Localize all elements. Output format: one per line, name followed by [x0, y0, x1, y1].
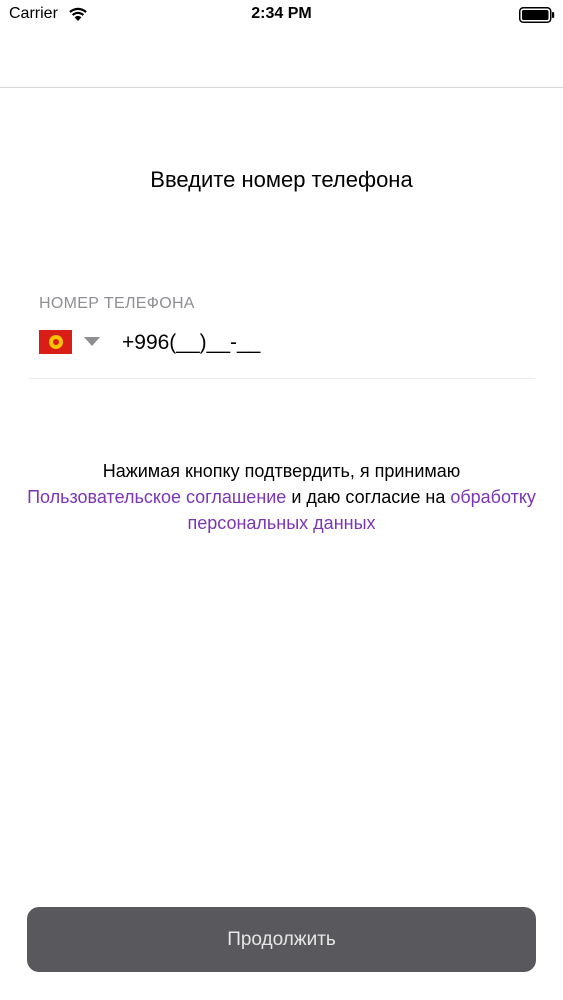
agreement-text: Нажимая кнопку подтвердить, я принимаю П…: [20, 458, 543, 536]
continue-button[interactable]: Продолжить: [27, 907, 536, 972]
page-title: Введите номер телефона: [150, 167, 413, 192]
flag-sun-center: [53, 339, 59, 345]
phone-input[interactable]: [122, 329, 502, 357]
flag-sun-icon: [49, 335, 63, 349]
chevron-down-icon[interactable]: [84, 337, 100, 346]
status-time: 2:34 PM: [251, 5, 312, 22]
phone-field-label: НОМЕР ТЕЛЕФОНА: [39, 295, 195, 312]
terms-link[interactable]: Пользовательское соглашение: [27, 487, 286, 507]
kyrgyzstan-flag-icon[interactable]: [39, 330, 72, 354]
agreement-prefix: Нажимая кнопку подтвердить, я принимаю: [102, 461, 461, 481]
phone-field-underline: [29, 378, 535, 379]
navigation-bar: [0, 30, 563, 88]
battery-icon: [519, 7, 555, 23]
status-bar: Carrier 2:34 PM: [0, 0, 563, 30]
agreement-middle: и даю согласие на: [291, 487, 446, 507]
